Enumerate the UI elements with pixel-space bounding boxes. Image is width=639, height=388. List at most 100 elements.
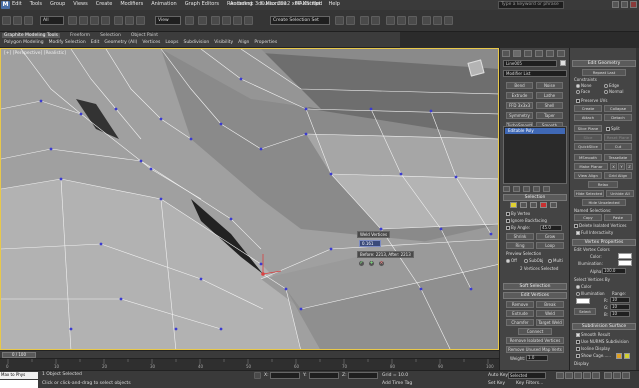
schematic-view-icon[interactable] [397,16,406,25]
chamfer-button[interactable]: Chamfer [506,319,534,326]
constraint-face-radio[interactable]: Face [576,89,590,94]
key-mode-dropdown[interactable]: Selected [508,372,546,379]
copy-button[interactable]: Copy [574,214,602,221]
range-r-spinner[interactable]: 10 [610,297,630,303]
utilities-tab-icon[interactable] [557,50,565,57]
selection-filter-dropdown[interactable]: All [40,16,64,25]
ribbon-align[interactable]: Align [238,40,249,45]
planar-y-button[interactable]: Y [618,163,625,170]
rotate-icon[interactable] [125,16,134,25]
isoline-display-checkbox[interactable]: Isoline Display [576,346,610,351]
extrude-button[interactable]: Extrude [506,310,534,317]
angle-spinner[interactable]: 45.0 [540,225,562,231]
preview-subobj-radio[interactable]: SubObj [524,258,543,263]
next-frame-icon[interactable] [583,372,591,379]
ribbon-polygon-modeling[interactable]: Polygon Modeling [4,40,44,45]
slice-plane-button[interactable]: Slice Plane [574,125,602,132]
ribbon-loops[interactable]: Loops [165,40,178,45]
select-by-color-radio[interactable]: Color [576,284,591,289]
noise-button[interactable]: Noise [536,82,563,89]
object-color-swatch[interactable] [560,60,566,66]
relax-button[interactable]: Relax [588,181,618,188]
modifier-stack[interactable]: Editable Poly [503,126,567,184]
selection-rollout-header[interactable]: Selection [503,194,567,201]
goto-end-icon[interactable] [592,372,600,379]
close-button[interactable] [630,1,637,8]
lock-selection-icon[interactable] [254,372,261,379]
render-teapot-icon[interactable] [444,16,453,25]
detach-button[interactable]: Detach [604,114,632,121]
grow-button[interactable]: Grow [536,233,564,240]
make-unique-icon[interactable] [523,186,530,192]
ribbon-visibility[interactable]: Visibility [214,40,233,45]
shrink-button[interactable]: Shrink [506,233,534,240]
modify-tab-icon[interactable] [513,50,521,57]
motion-tab-icon[interactable] [535,50,543,57]
taper-button[interactable]: Taper [536,112,563,119]
element-mode-icon[interactable] [550,202,557,208]
quickslice-button[interactable]: QuickSlice [574,143,602,150]
graphite-toggle-icon[interactable] [371,16,380,25]
constraint-normal-radio[interactable]: Normal [604,89,623,94]
vertex-mode-icon[interactable] [510,202,517,208]
object-name-field[interactable]: Line005 [503,60,557,67]
menu-help[interactable]: Help [329,1,340,7]
modifier-list-dropdown[interactable]: Modifier List [503,70,567,77]
connect-button[interactable]: Connect [518,328,552,335]
show-end-result-icon[interactable] [513,186,520,192]
pan-icon[interactable] [613,372,621,379]
bend-button[interactable]: Bend [506,82,533,89]
ribbon-properties[interactable]: Properties [254,40,277,45]
remove-button[interactable]: Remove [506,301,534,308]
by-vertex-checkbox[interactable]: By Vertex [506,211,530,216]
set-key-label[interactable]: Set Key [488,381,505,386]
show-cage-checkbox[interactable]: Show Cage...... [576,353,611,358]
create-tab-icon[interactable] [502,50,510,57]
maxscript-input[interactable] [0,380,38,388]
stack-item-editable-poly[interactable]: Editable Poly [505,128,565,134]
select-object-icon[interactable] [68,16,77,25]
render-frame-icon[interactable] [433,16,442,25]
alpha-spinner[interactable]: 100.0 [602,268,626,274]
x-coord-field[interactable] [270,372,300,379]
spinner-snap-icon[interactable] [244,16,253,25]
preview-off-radio[interactable]: Off [506,258,517,263]
prev-frame-icon[interactable] [565,372,573,379]
minimize-button[interactable] [612,1,619,8]
preview-multi-radio[interactable]: Multi [548,258,563,263]
ribbon-modify-selection[interactable]: Modify Selection [49,40,86,45]
select-by-name-icon[interactable] [79,16,88,25]
app-logo-icon[interactable]: M [1,1,10,9]
tessellate-button[interactable]: Tessellate [604,154,632,161]
scale-icon[interactable] [136,16,145,25]
search-input[interactable]: Type a keyword or phrase [498,1,564,9]
mirror-icon[interactable] [335,16,344,25]
constraint-none-radio[interactable]: None [576,83,591,88]
attach-button[interactable]: Attach [574,114,602,121]
cage-color-2-swatch[interactable] [624,353,630,359]
align-icon[interactable] [346,16,355,25]
constraint-edge-radio[interactable]: Edge [604,83,619,88]
tab-selection[interactable]: Selection [100,33,121,38]
symmetry-button[interactable]: Symmetry [506,112,533,119]
break-button[interactable]: Break [536,301,564,308]
edit-vertices-rollout-header[interactable]: Edit Vertices [503,292,567,299]
snap-icon[interactable] [211,16,220,25]
zoom-icon[interactable] [604,372,612,379]
remove-modifier-icon[interactable] [533,186,540,192]
percent-snap-icon[interactable] [233,16,242,25]
goto-start-icon[interactable] [556,372,564,379]
maxscript-listener[interactable]: Max to Phys [0,372,38,379]
vertex-color-swatch[interactable] [618,253,632,259]
apply-continue-icon[interactable]: + [368,260,375,267]
ref-coord-dropdown[interactable]: View [155,16,181,25]
shell-button[interactable]: Shell [536,102,563,109]
soft-selection-rollout-header[interactable]: Soft Selection [503,283,567,290]
delete-isolated-checkbox[interactable]: Delete Isolated Vertices [574,223,626,228]
target-weld-button[interactable]: Target Weld [536,319,564,326]
paste-button[interactable]: Paste [604,214,632,221]
vertex-properties-rollout-header[interactable]: Vertex Properties [572,239,636,246]
subdivision-surface-rollout-header[interactable]: Subdivision Surface [572,323,636,330]
display-tab-icon[interactable] [546,50,554,57]
menu-graph-editors[interactable]: Graph Editors [185,1,219,7]
